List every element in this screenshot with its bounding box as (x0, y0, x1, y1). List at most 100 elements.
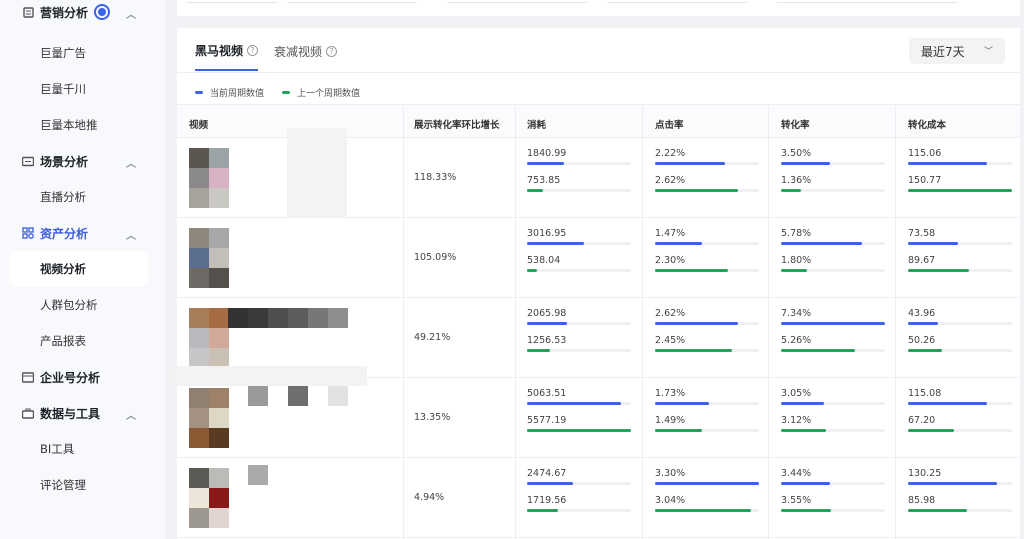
column-divider (895, 104, 896, 539)
growth-value: 118.33% (414, 172, 457, 183)
column-divider (768, 104, 769, 539)
previous-value: 89.67 (908, 255, 936, 266)
sidebar-group-label: 数据与工具 (40, 406, 101, 421)
sidebar-item-product-report[interactable]: 产品报表 (0, 323, 165, 359)
previous-bar-track (655, 189, 759, 192)
sidebar-item-bi-tool[interactable]: BI工具 (0, 431, 165, 467)
previous-bar-track (781, 189, 885, 192)
current-bar (655, 242, 702, 245)
current-bar-track (655, 482, 759, 485)
legend-label: 当前周期数值 (210, 89, 265, 99)
sidebar-group-tools[interactable]: 数据与工具 ︿ (0, 395, 165, 431)
current-value: 5.78% (781, 228, 812, 239)
video-thumbnail[interactable] (189, 468, 229, 528)
current-value: 7.34% (781, 308, 812, 319)
sidebar-group-marketing[interactable]: 营销分析 ︿ (0, 0, 165, 24)
sidebar-item-comment-mgmt[interactable]: 评论管理 (0, 467, 165, 503)
table-row[interactable]: 105.09% 3016.95 538.04 1.47% 2.30% 5.78% 1.80%… (177, 218, 1020, 298)
column-header-cvr[interactable]: 转化率 (781, 117, 810, 131)
previous-bar (908, 269, 970, 272)
redaction-block (169, 366, 367, 386)
sidebar-item-local-push[interactable]: 巨量本地推 (0, 107, 165, 143)
column-header-ctr[interactable]: 点击率 (655, 117, 684, 131)
sidebar-item-audience[interactable]: 人群包分析 (0, 287, 165, 323)
tab-decay[interactable]: 衰减视频 ? (274, 42, 338, 71)
video-thumbnail[interactable] (189, 388, 229, 448)
tab-dark-horse[interactable]: 黑马视频 ? (195, 42, 259, 71)
sidebar-group-scene[interactable]: 场景分析 ︿ (0, 143, 165, 179)
video-thumbnail[interactable] (189, 148, 229, 208)
previous-bar-track (908, 189, 1012, 192)
sidebar-item-qianchuan[interactable]: 巨量千川 (0, 71, 165, 107)
legend-previous: 上一个周期数值 (282, 86, 360, 99)
chevron-up-icon[interactable]: ︿ (126, 227, 136, 242)
previous-bar-track (908, 349, 1012, 352)
column-header-spend[interactable]: 消耗 (527, 117, 546, 131)
previous-value: 3.55% (781, 495, 812, 506)
column-header-cost[interactable]: 转化成本 (908, 117, 946, 131)
previous-bar (527, 269, 538, 272)
current-value: 1.73% (655, 388, 686, 399)
previous-value: 1719.56 (527, 495, 567, 506)
table-row[interactable]: 4.94% 2474.67 1719.56 3.30% 3.04% 3.44% 3.55% 1… (177, 458, 1020, 538)
video-thumbnail[interactable] (189, 228, 229, 288)
previous-value: 1.80% (781, 255, 812, 266)
current-bar-track (655, 162, 759, 165)
previous-bar (655, 509, 751, 512)
column-divider (515, 104, 516, 539)
metric-cost: 130.25 85.98 (908, 468, 1012, 522)
current-value: 3016.95 (527, 228, 567, 239)
metric-cvr: 7.34% 5.26% (781, 308, 885, 362)
enterprise-icon (22, 371, 34, 383)
asset-icon (22, 227, 34, 239)
previous-bar (908, 189, 1012, 192)
metric-spend: 5063.51 5577.19 (527, 388, 631, 442)
current-bar-track (781, 162, 885, 165)
current-bar (908, 242, 958, 245)
current-bar (527, 322, 567, 325)
current-bar-track (655, 402, 759, 405)
chevron-up-icon[interactable]: ︿ (126, 155, 136, 170)
previous-bar (781, 509, 831, 512)
legend-swatch (282, 91, 291, 94)
chevron-up-icon[interactable]: ︿ (126, 6, 136, 21)
previous-bar (908, 509, 968, 512)
previous-bar-track (655, 349, 759, 352)
current-value: 2474.67 (527, 468, 567, 479)
sidebar-item-live[interactable]: 直播分析 (0, 179, 165, 215)
sidebar-group-asset[interactable]: 资产分析 ︿ (0, 215, 165, 251)
legend-label: 上一个周期数值 (297, 89, 361, 99)
current-bar (781, 482, 830, 485)
current-bar (908, 322, 939, 325)
current-value: 115.08 (908, 388, 942, 399)
help-icon[interactable]: ? (326, 46, 338, 57)
previous-bar-track (655, 429, 759, 432)
help-icon[interactable]: ? (247, 45, 259, 56)
current-bar (781, 402, 824, 405)
column-header-growth[interactable]: 展示转化率环比增长 (414, 117, 500, 131)
sidebar-item-ocean-ads[interactable]: 巨量广告 (0, 35, 165, 71)
previous-bar (781, 349, 855, 352)
current-bar (527, 162, 565, 165)
previous-bar (527, 349, 550, 352)
current-value: 3.05% (781, 388, 812, 399)
sidebar-group-enterprise[interactable]: 企业号分析 (0, 359, 165, 395)
previous-bar (655, 429, 702, 432)
legend-current: 当前周期数值 (195, 86, 264, 99)
redaction-block (228, 308, 348, 328)
video-thumbnail[interactable] (189, 308, 229, 368)
current-bar (908, 402, 988, 405)
previous-bar-track (527, 349, 631, 352)
previous-card (177, 0, 1020, 16)
period-select[interactable]: 最近7天 ﹀ (909, 38, 1005, 64)
sidebar-group-label: 企业号分析 (40, 370, 101, 385)
previous-value: 2.30% (655, 255, 686, 266)
column-header-video[interactable]: 视频 (189, 117, 208, 131)
sidebar-item-video-analysis[interactable]: 视频分析 (10, 251, 148, 287)
current-bar-track (527, 162, 631, 165)
chevron-up-icon[interactable]: ︿ (126, 407, 136, 422)
previous-value: 538.04 (527, 255, 561, 266)
previous-value: 85.98 (908, 495, 936, 506)
previous-bar (908, 429, 954, 432)
metric-spend: 3016.95 538.04 (527, 228, 631, 282)
